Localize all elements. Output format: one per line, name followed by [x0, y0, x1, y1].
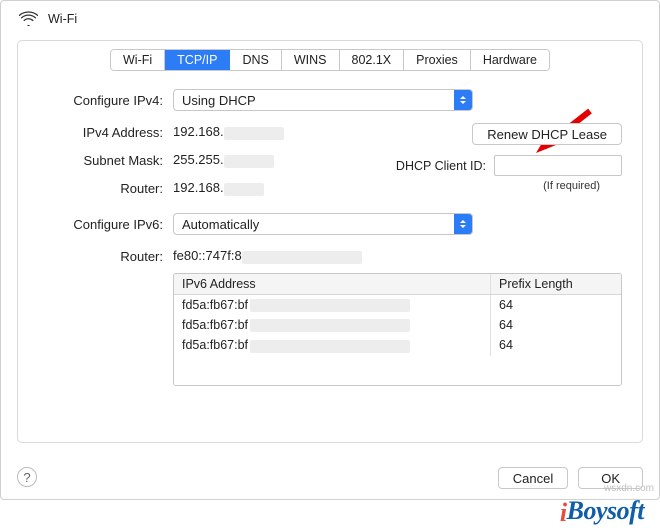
th-prefix-length[interactable]: Prefix Length	[491, 274, 621, 294]
configure-ipv6-value: Automatically	[182, 217, 259, 232]
cell-ipv6-address: fd5a:fb67:bf	[174, 315, 491, 335]
footer-buttons: Cancel OK	[1, 457, 659, 499]
tab-wi-fi[interactable]: Wi-Fi	[111, 50, 165, 70]
source-text: wsxdn.com	[604, 483, 654, 494]
watermark-logo: iBoysoft	[560, 496, 644, 526]
window-title: Wi-Fi	[48, 12, 77, 26]
ipv6-table: IPv6 Address Prefix Length fd5a:fb67:bf6…	[173, 273, 622, 386]
cell-prefix-length: 64	[491, 295, 621, 315]
tab-802-1x[interactable]: 802.1X	[340, 50, 405, 70]
label-configure-ipv4: Configure IPv4:	[38, 93, 173, 108]
cancel-button[interactable]: Cancel	[498, 467, 568, 489]
dhcp-client-id-input[interactable]	[494, 155, 622, 176]
label-router: Router:	[38, 181, 173, 196]
renew-dhcp-lease-button[interactable]: Renew DHCP Lease	[472, 123, 622, 145]
table-row[interactable]: fd5a:fb67:bf64	[174, 315, 621, 335]
configure-ipv6-select[interactable]: Automatically	[173, 213, 473, 235]
tab-hardware[interactable]: Hardware	[471, 50, 549, 70]
dropdown-caret-icon	[454, 90, 472, 110]
tab-wins[interactable]: WINS	[282, 50, 340, 70]
configure-ipv4-value: Using DHCP	[182, 93, 256, 108]
network-settings-window: Wi-Fi Wi-FiTCP/IPDNSWINS802.1XProxiesHar…	[0, 0, 660, 500]
table-row[interactable]: fd5a:fb67:bf64	[174, 335, 621, 355]
th-ipv6-address[interactable]: IPv6 Address	[174, 274, 491, 294]
dropdown-caret-icon	[454, 214, 472, 234]
table-body: fd5a:fb67:bf64fd5a:fb67:bf64fd5a:fb67:bf…	[174, 295, 621, 385]
label-configure-ipv6: Configure IPv6:	[38, 217, 173, 232]
value-ipv4-address: 192.168.	[173, 124, 284, 139]
dhcp-side-area: Renew DHCP Lease DHCP Client ID: (If req…	[447, 123, 622, 192]
table-row[interactable]: fd5a:fb67:bf64	[174, 295, 621, 315]
window-header: Wi-Fi	[1, 1, 659, 40]
tab-tcp-ip[interactable]: TCP/IP	[165, 50, 230, 70]
tab-bar: Wi-FiTCP/IPDNSWINS802.1XProxiesHardware	[18, 41, 642, 71]
wifi-icon	[19, 11, 38, 26]
cell-ipv6-address: fd5a:fb67:bf	[174, 295, 491, 315]
value-router: 192.168.	[173, 180, 264, 195]
cell-prefix-length: 64	[491, 335, 621, 355]
value-router6: fe80::747f:8	[173, 248, 362, 263]
value-subnet-mask: 255.255.	[173, 152, 274, 167]
settings-panel: Wi-FiTCP/IPDNSWINS802.1XProxiesHardware …	[17, 40, 643, 443]
tab-proxies[interactable]: Proxies	[404, 50, 471, 70]
table-header: IPv6 Address Prefix Length	[174, 274, 621, 295]
cell-ipv6-address: fd5a:fb67:bf	[174, 335, 491, 355]
configure-ipv4-select[interactable]: Using DHCP	[173, 89, 473, 111]
label-ipv4-address: IPv4 Address:	[38, 125, 173, 140]
cell-prefix-length: 64	[491, 315, 621, 335]
tab-dns[interactable]: DNS	[230, 50, 281, 70]
label-subnet-mask: Subnet Mask:	[38, 153, 173, 168]
label-dhcp-client-id: DHCP Client ID:	[396, 159, 494, 173]
hint-if-required: (If required)	[543, 180, 622, 192]
label-router6: Router:	[38, 249, 173, 264]
